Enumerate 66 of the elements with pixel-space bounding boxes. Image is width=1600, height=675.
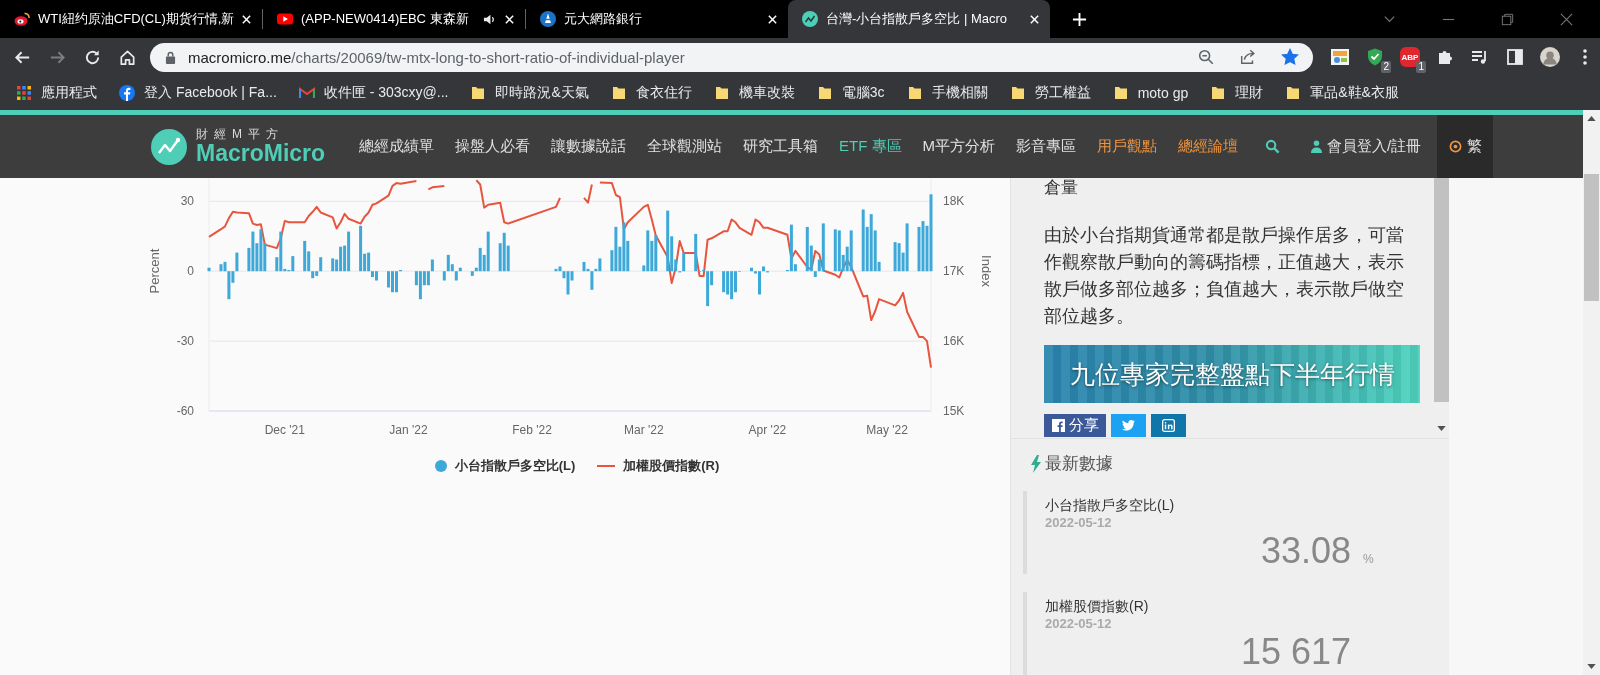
bookmark-link[interactable]: 軍品&鞋&衣服 <box>1285 84 1399 102</box>
badge-count: 1 <box>1416 61 1426 73</box>
nav-link[interactable]: 研究工具箱 <box>743 137 819 156</box>
legend-label[interactable]: 小台指散戶多空比(L) <box>454 457 576 475</box>
bookmark-link[interactable]: 電腦3c <box>816 84 885 102</box>
axis-tick-label: -30 <box>176 334 194 349</box>
address-bar[interactable]: macromicro.me/charts/20069/tw-mtx-long-to-short-ratio-of-individual-player <box>150 42 1313 72</box>
axis-tick-label: Feb '22 <box>512 423 552 437</box>
section-heading: 倉量 <box>1044 178 1079 198</box>
bookmark-link[interactable]: 手機相關 <box>906 84 988 102</box>
bookmark-link[interactable]: 即時路況&天氣 <box>470 84 589 102</box>
promo-banner[interactable]: 九位專家完整盤點下半年行情 <box>1044 345 1420 403</box>
nav-link[interactable]: 用戶觀點 <box>1097 137 1158 156</box>
bookmark-link[interactable]: 登入 Facebook | Fa... <box>119 84 277 102</box>
axis-title: Percent <box>147 248 162 294</box>
nav-link[interactable]: 操盤人必看 <box>455 137 531 156</box>
axis-title: Index <box>979 255 994 287</box>
browser-tab[interactable]: 元大網路銀行 <box>526 0 788 38</box>
nav-link[interactable]: M平方分析 <box>922 137 996 156</box>
stat-value: 15 617 <box>1239 632 1351 672</box>
legend-label[interactable]: 加權股價指數(R) <box>623 457 720 475</box>
axis-tick-label: Mar '22 <box>624 423 664 437</box>
section-title: 最新數據 <box>1045 453 1113 475</box>
bookmark-link[interactable]: 收件匣 - 303cxy@... <box>298 84 449 102</box>
login-link[interactable]: 會員登入/註冊 <box>1311 137 1422 156</box>
browser-tab[interactable]: WTI紐约原油CFD(CL)期货行情,新 <box>0 0 262 38</box>
banner-text: 九位專家完整盤點下半年行情 <box>1069 358 1395 390</box>
nav-link[interactable]: 讓數據說話 <box>551 137 627 156</box>
stat-date: 2022-05-12 <box>1045 514 1113 531</box>
stat-unit: % <box>1363 552 1374 566</box>
axis-tick-label: 18K <box>943 194 965 209</box>
bookmark-link[interactable]: 勞工權益 <box>1009 84 1091 102</box>
nav-link[interactable]: 總經論壇 <box>1178 137 1239 156</box>
stat-value: 33.08 <box>1259 531 1351 571</box>
logo-tagline: 財經M平方 <box>196 128 285 140</box>
axis-tick-label: 30 <box>180 194 194 209</box>
share-button[interactable]: 分享 <box>1044 414 1106 437</box>
description-text: 由於小台指期貨通常都是散戶操作居多，可當作觀察散戶動向的籌碼指標，正值越大，表示散戶做多部位越多；負值越大，表示散戶做空部位越多。 <box>1044 224 1405 328</box>
bookmark-link[interactable]: 食衣住行 <box>610 84 692 102</box>
language-switch[interactable]: 繁 <box>1437 115 1494 178</box>
browser-tab[interactable]: (APP-NEW0414)EBC 東森新 <box>263 0 525 38</box>
nav-link[interactable]: ETF 專區 <box>839 137 902 156</box>
bookmark-link[interactable]: 機車改裝 <box>713 84 795 102</box>
axis-tick-label: Jan '22 <box>389 423 428 437</box>
browser-tab[interactable]: 台灣-小台指散戶多空比 | Macro <box>788 0 1050 38</box>
logo-wordmark[interactable]: MacroMicro <box>196 142 326 165</box>
bookmark-link[interactable]: 理財 <box>1210 84 1264 102</box>
axis-tick-label: May '22 <box>866 423 908 437</box>
axis-tick-label: -60 <box>176 404 194 418</box>
bookmark-link[interactable]: 應用程式 <box>16 84 97 102</box>
axis-tick-label: Dec '21 <box>264 423 305 437</box>
ad-block-icon[interactable]: ABP <box>1400 47 1420 67</box>
bookmark-link[interactable]: moto gp <box>1112 85 1189 101</box>
axis-tick-label: Apr '22 <box>748 423 787 437</box>
stat-name: 加權股價指數(R) <box>1045 597 1150 615</box>
axis-tick-label: 16K <box>943 334 965 349</box>
nav-link[interactable]: 全球觀測站 <box>647 137 723 156</box>
stat-date: 2022-05-12 <box>1045 615 1113 632</box>
badge-count: 2 <box>1381 61 1391 73</box>
axis-tick-label: 0 <box>187 264 194 279</box>
url-text: macromicro.me/charts/20069/tw-mtx-long-to-short-ratio-of-individual-player <box>188 48 686 66</box>
nav-link[interactable]: 影音專區 <box>1016 137 1077 156</box>
stat-name: 小台指散戶多空比(L) <box>1045 496 1176 514</box>
axis-tick-label: 17K <box>943 264 965 279</box>
nav-link[interactable]: 總經成績單 <box>359 137 435 156</box>
axis-tick-label: 15K <box>943 404 965 418</box>
